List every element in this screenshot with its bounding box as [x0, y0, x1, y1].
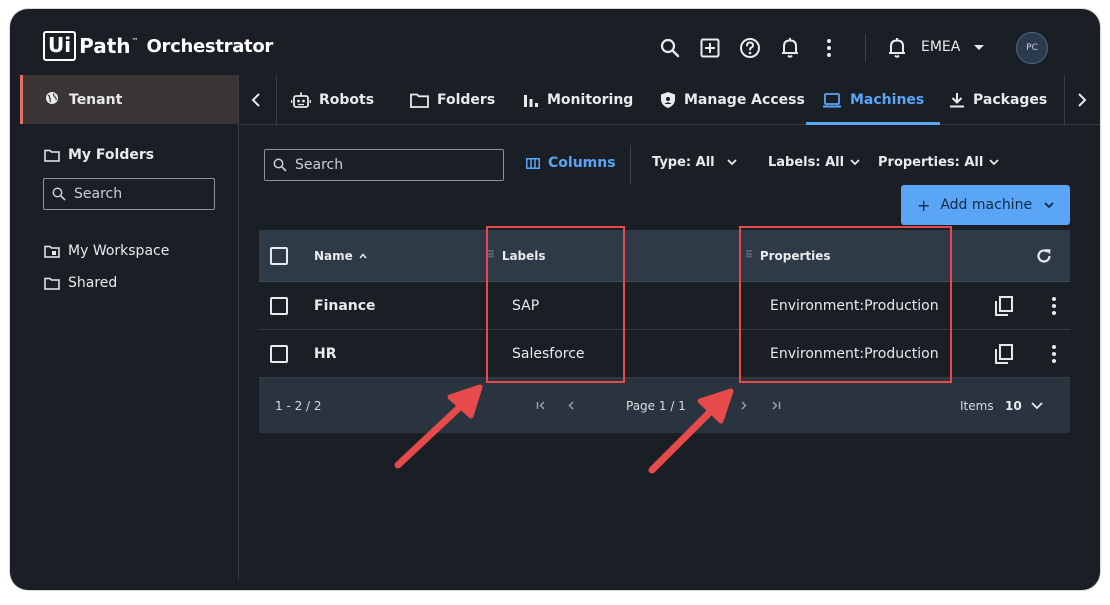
- app-window: Ui Path ™ Orchestrator EMEA PC Tenant My…: [10, 9, 1100, 590]
- labels-arrow: [394, 384, 483, 469]
- annotation-arrows: [394, 384, 734, 474]
- properties-arrow: [648, 388, 734, 474]
